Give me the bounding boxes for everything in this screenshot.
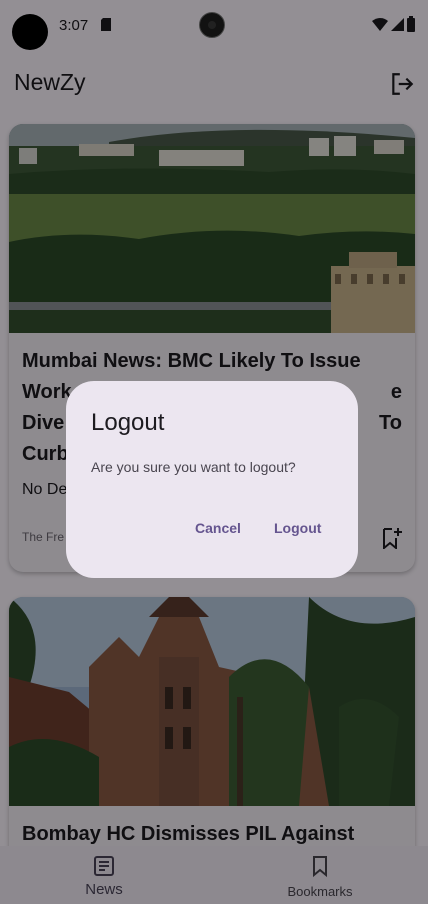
cancel-button[interactable]: Cancel bbox=[195, 520, 241, 536]
dialog-message: Are you sure you want to logout? bbox=[91, 459, 296, 475]
confirm-logout-button[interactable]: Logout bbox=[274, 520, 321, 536]
dialog-title: Logout bbox=[91, 409, 165, 436]
logout-dialog: Logout Are you sure you want to logout? … bbox=[66, 381, 358, 578]
app-screen: 3:07 NewZy Mumbai News: BMC Likely To Is… bbox=[0, 0, 428, 904]
